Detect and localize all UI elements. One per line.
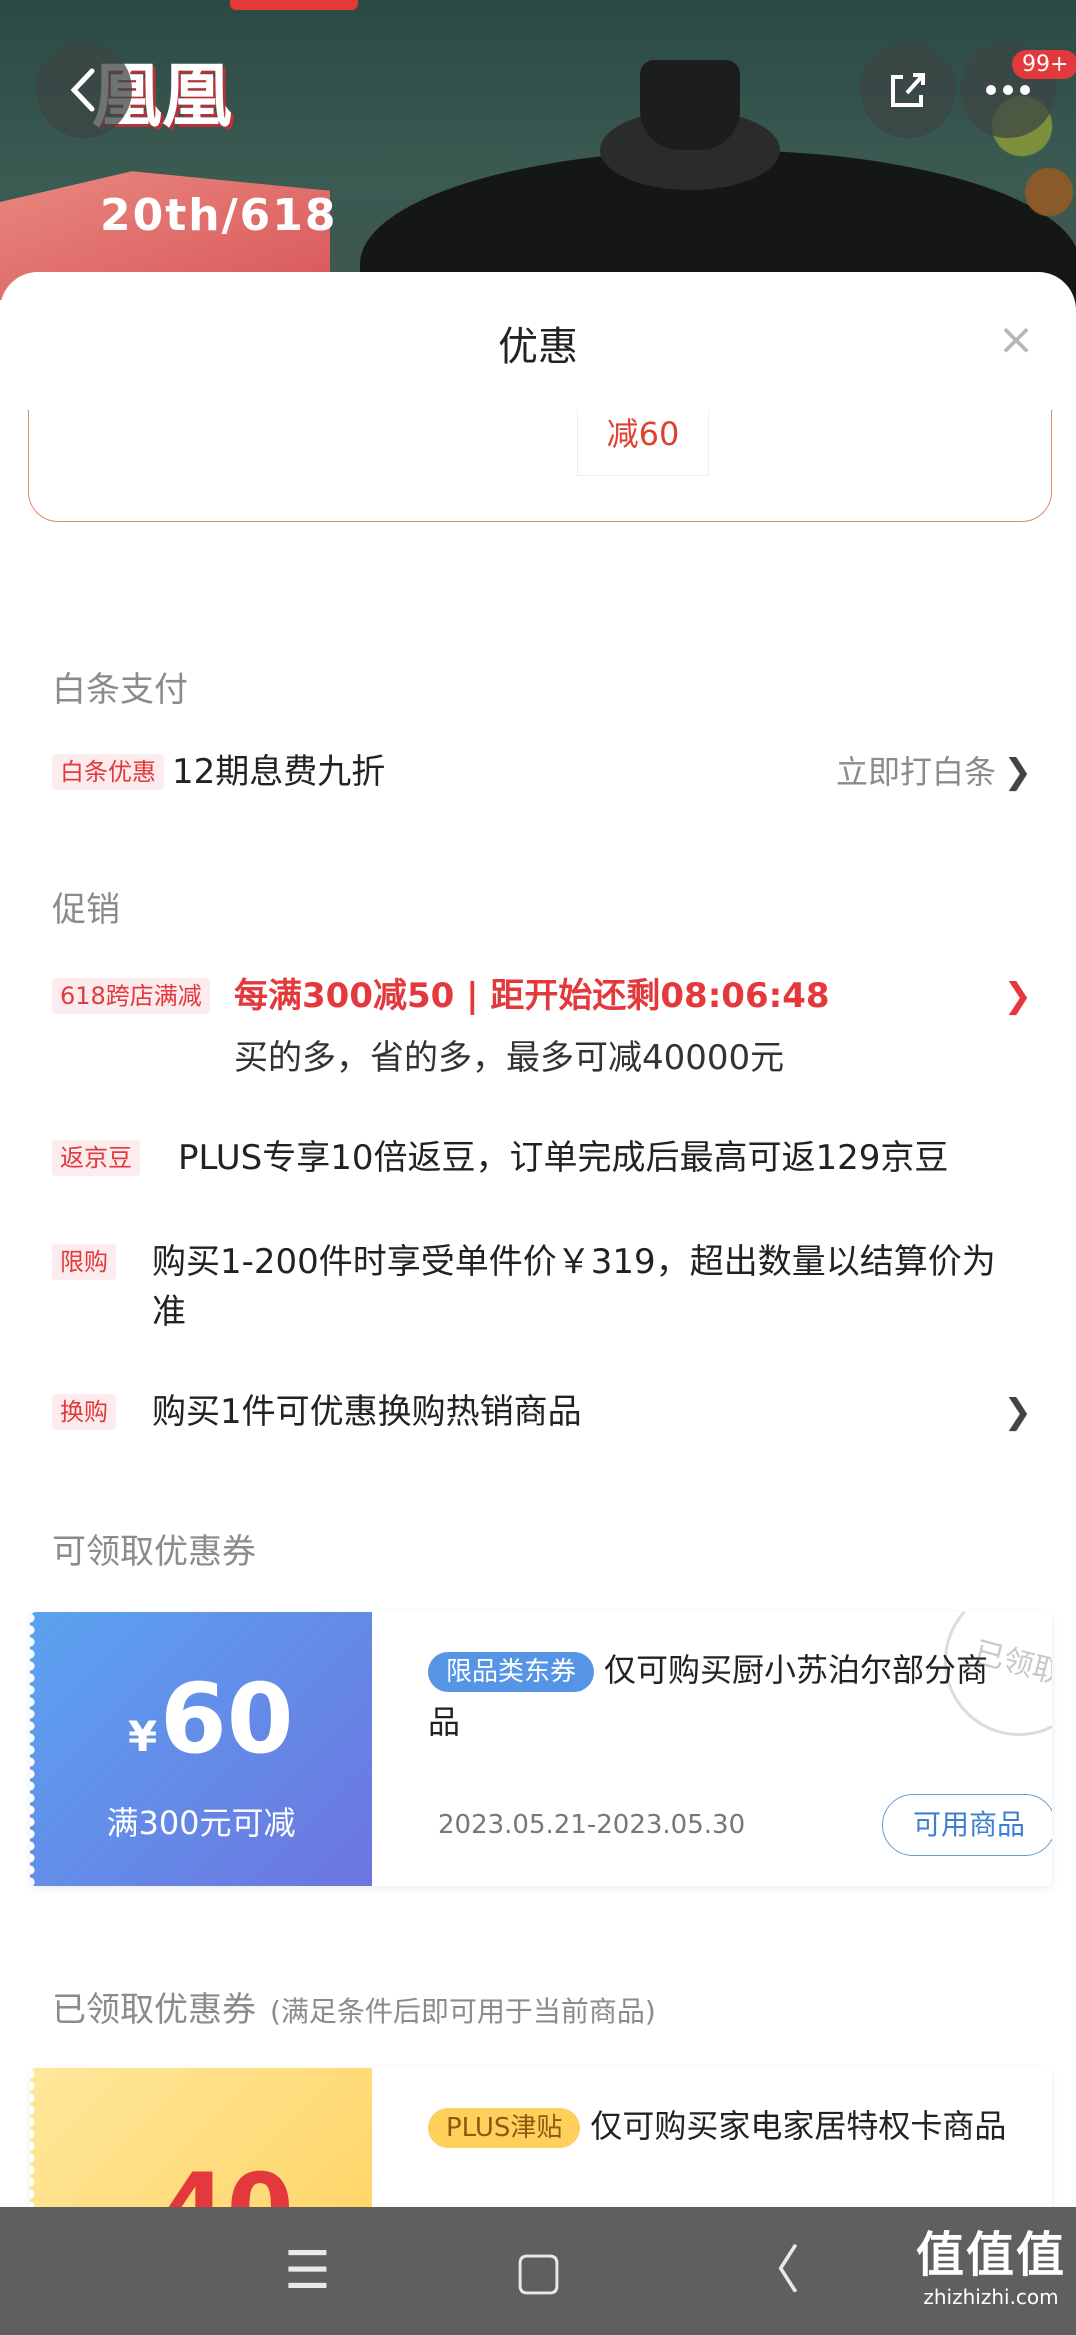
back-icon[interactable]: 〈 (748, 2241, 800, 2301)
promo-tag: 返京豆 (52, 1140, 140, 1176)
promo-heading: 促销 (52, 890, 120, 930)
previous-coupon-amount: 减60 (577, 410, 709, 476)
usable-products-button[interactable]: 可用商品 (882, 1794, 1052, 1856)
promo-text: 购买1件可优惠换购热销商品 (152, 1392, 582, 1432)
back-button[interactable] (36, 42, 132, 138)
more-icon (986, 85, 1030, 95)
chevron-right-icon: ❯ (1003, 976, 1033, 1016)
received-heading-text: 已领取优惠券 (52, 1990, 256, 2030)
baitiao-tag: 白条优惠 (52, 754, 164, 790)
coupon-card[interactable]: ¥ 60 满300元可减 已领取 限品类东券 仅可购买厨小苏泊尔部分商品 2023… (30, 1612, 1052, 1886)
previous-coupon-card: 减60 (28, 410, 1052, 522)
chevron-left-icon (70, 68, 95, 112)
close-icon[interactable]: × (996, 318, 1036, 362)
promo-text: 购买1-200件时享受单件价￥319，超出数量以结算价为 (152, 1242, 996, 1282)
pot-knob (640, 60, 740, 150)
coupon-desc-text: 仅可购买家电家居特权卡商品 (590, 2107, 1007, 2145)
promo-item-jingdou: 返京豆 PLUS专享10倍返豆，订单完成后最高可返129京豆 (52, 1134, 1032, 1182)
promo-banner-text: 20th/618 (100, 190, 338, 241)
app-page: 20th/618 凰凰 99+ 优惠 × 减60 白条支付 白条优惠 12期息费… (0, 0, 1076, 2335)
coupon-description: PLUS津贴 仅可购买家电家居特权卡商品 (428, 2100, 1008, 2152)
promo-item-crossstore[interactable]: 618跨店满减 每满300减50 | 距开始还剩08:06:48 买的多，省的多… (52, 972, 1032, 1082)
coupon-value-panel: ¥ 60 满300元可减 (30, 1612, 372, 1886)
promo-text: PLUS专享10倍返豆，订单完成后最高可返129京豆 (178, 1138, 949, 1178)
system-nav-bar: ☰ ▢ 〈 值值值 zhizhizhi.com (0, 2207, 1076, 2335)
sheet-title: 优惠 (498, 324, 578, 370)
baitiao-row[interactable]: 白条优惠 12期息费九折 立即打白条 ❯ (52, 748, 1032, 796)
coupon-perforation (30, 1612, 36, 1886)
promo-text-wrap: 准 (152, 1292, 186, 1332)
coupon-amount: 60 (160, 1663, 294, 1775)
promo-tag: 限购 (52, 1244, 116, 1280)
status-indicator (230, 0, 358, 10)
chevron-right-icon: ❯ (1003, 1392, 1033, 1432)
promo-subtext: 买的多，省的多，最多可减40000元 (234, 1038, 785, 1078)
share-button[interactable] (860, 42, 956, 138)
notification-badge: 99+ (1012, 50, 1076, 79)
promo-tag: 618跨店满减 (52, 978, 210, 1014)
coupon-date: 2023.05.21-2023.05.30 (438, 1810, 746, 1840)
baitiao-text: 12期息费九折 (172, 752, 386, 792)
share-icon (891, 73, 925, 107)
watermark-text: 值值值 (916, 2227, 1067, 2283)
available-coupons-heading: 可领取优惠券 (52, 1532, 256, 1572)
watermark-logo: 值值值 zhizhizhi.com (916, 2225, 1066, 2309)
received-subtitle: (满足条件后即可用于当前商品) (270, 1995, 656, 2028)
promo-item-exchange[interactable]: 换购 购买1件可优惠换购热销商品 ❯ (52, 1388, 1032, 1436)
coupon-condition: 满300元可减 (106, 1804, 296, 1842)
baitiao-heading: 白条支付 (52, 670, 188, 710)
discount-sheet: 优惠 × 减60 白条支付 白条优惠 12期息费九折 立即打白条 ❯ 促销 61… (0, 272, 1076, 2335)
coupon-type-tag: PLUS津贴 (428, 2108, 581, 2148)
promo-tag: 换购 (52, 1394, 116, 1430)
coupon-detail: 已领取 限品类东券 仅可购买厨小苏泊尔部分商品 2023.05.21-2023.0… (372, 1612, 1052, 1886)
promo-countdown: 每满300减50 | 距开始还剩08:06:48 (234, 976, 830, 1016)
menu-icon[interactable]: ☰ (284, 2241, 331, 2301)
coupon-type-tag: 限品类东券 (428, 1652, 595, 1692)
received-coupons-heading: 已领取优惠券 (满足条件后即可用于当前商品) (52, 1982, 656, 2031)
watermark-url: zhizhizhi.com (923, 2285, 1059, 2309)
baitiao-link[interactable]: 立即打白条 (836, 748, 996, 796)
coupon-description: 限品类东券 仅可购买厨小苏泊尔部分商品 (428, 1644, 1008, 1748)
coupon-currency: ¥ (128, 1712, 158, 1761)
promo-item-limit: 限购 购买1-200件时享受单件价￥319，超出数量以结算价为 准 (52, 1238, 1032, 1348)
chevron-right-icon: ❯ (1003, 752, 1033, 792)
home-icon[interactable]: ▢ (514, 2241, 563, 2301)
